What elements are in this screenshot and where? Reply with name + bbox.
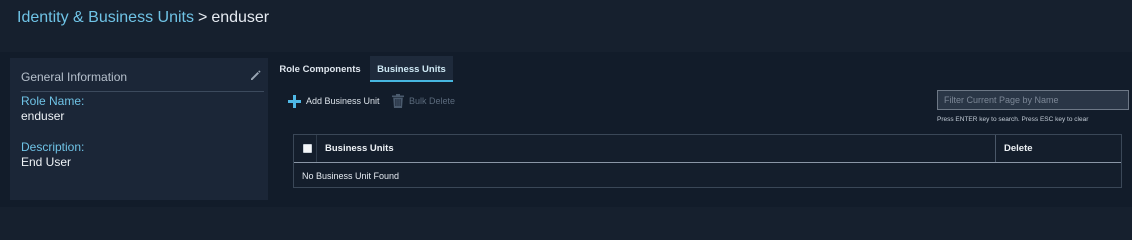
add-business-unit-button[interactable]: Add Business Unit — [288, 92, 380, 110]
column-divider — [995, 135, 996, 162]
business-units-table: Business Units Delete No Business Unit F… — [293, 134, 1122, 188]
breadcrumb-separator: > — [197, 9, 208, 26]
column-divider — [316, 135, 317, 162]
empty-table-message: No Business Unit Found — [302, 171, 400, 181]
role-name-value: enduser — [21, 109, 65, 123]
column-header-business-units[interactable]: Business Units — [325, 143, 394, 154]
table-header-row: Business Units Delete — [294, 135, 1121, 163]
tab-business-units[interactable]: Business Units — [370, 56, 453, 82]
general-information-title: General Information — [21, 70, 128, 84]
bulk-delete-label: Bulk Delete — [409, 96, 456, 106]
plus-icon — [288, 94, 301, 108]
breadcrumb: Identity & Business Units > enduser — [17, 9, 269, 27]
filter-by-name-input[interactable] — [937, 90, 1129, 110]
add-business-unit-label: Add Business Unit — [306, 96, 380, 106]
description-value: End User — [21, 155, 72, 169]
filter-hint-text: Press ENTER key to search. Press ESC key… — [937, 116, 1089, 123]
bulk-delete-button[interactable]: Bulk Delete — [392, 92, 455, 110]
description-label: Description: — [21, 140, 85, 154]
trash-icon — [392, 94, 404, 108]
pencil-icon[interactable] — [249, 69, 262, 82]
breadcrumb-current: enduser — [211, 9, 270, 26]
role-name-label: Role Name: — [21, 94, 85, 108]
general-information-header: General Information — [21, 70, 264, 92]
select-all-checkbox[interactable] — [303, 144, 312, 153]
column-header-delete: Delete — [1004, 143, 1033, 154]
breadcrumb-parent-link[interactable]: Identity & Business Units — [17, 9, 194, 26]
tab-role-components[interactable]: Role Components — [273, 56, 367, 82]
general-information-panel: General Information Role Name: enduser D… — [10, 58, 268, 200]
